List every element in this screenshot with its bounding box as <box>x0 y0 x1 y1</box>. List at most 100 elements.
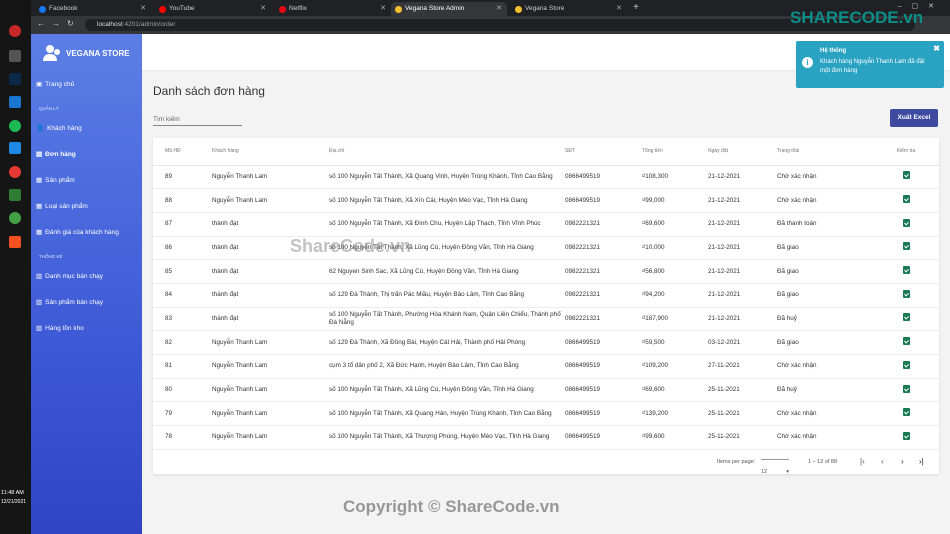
close-tab-icon[interactable]: ✕ <box>140 2 146 16</box>
sidebar-item-customers[interactable]: 👤 Khách hàng <box>36 124 82 133</box>
tab-netflix[interactable]: Netflix ✕ <box>275 2 391 16</box>
table-cell: 21-12-2021 <box>708 259 777 284</box>
table-cell: 0982221321 <box>565 283 642 308</box>
table-row[interactable]: 78 Nguyễn Thanh Lam số 100 Nguyễn Tất Thàn… <box>153 425 939 450</box>
sidebar-item-home[interactable]: ▣ Trang chủ <box>36 80 74 89</box>
last-page-icon[interactable]: ›| <box>919 457 924 466</box>
clipboard-check-icon[interactable] <box>902 408 910 417</box>
clipboard-check-icon[interactable] <box>902 431 910 440</box>
table-cell: ₫69,600 <box>642 212 708 237</box>
sidebar-item-reviews[interactable]: ▦ Đánh giá của khách hàng <box>36 228 119 237</box>
close-tab-icon[interactable]: ✕ <box>616 2 622 16</box>
tab-vegana-admin[interactable]: Vegana Store Admin ✕ <box>391 2 507 16</box>
back-icon[interactable]: ← <box>37 19 45 28</box>
table-row[interactable]: 87 thành đạt số 100 Nguyễn Tất Thành, Xã Đ… <box>153 212 939 237</box>
check-cell <box>873 259 939 284</box>
clipboard-check-icon[interactable] <box>902 289 910 298</box>
clipboard-check-icon[interactable] <box>902 384 910 393</box>
mail-icon[interactable] <box>9 96 21 108</box>
sidebar-item-inventory[interactable]: ▥ Hàng tồn kho <box>36 324 84 333</box>
table-cell: 21-12-2021 <box>708 212 777 237</box>
app-icon[interactable] <box>9 50 21 62</box>
table-cell: thành đạt <box>212 307 329 332</box>
column-header: Mã HĐ <box>153 138 212 166</box>
youtube-icon <box>159 5 166 13</box>
close-tab-icon[interactable]: ✕ <box>380 2 386 16</box>
sidebar-item-top-categories[interactable]: ▥ Danh mục bán chạy <box>36 272 103 281</box>
table-cell: 0982221321 <box>565 307 642 332</box>
app-green-icon[interactable] <box>9 212 21 224</box>
clipboard-check-icon[interactable] <box>902 360 910 369</box>
windows-taskbar: 11:48 AM 12/21/2021 <box>0 0 31 534</box>
items-per-page-label: Items per page: <box>717 459 756 465</box>
clipboard-check-icon[interactable] <box>902 337 910 346</box>
section-manage: QUẢN LÝ <box>39 106 59 111</box>
table-row[interactable]: 89 Nguyễn Thanh Lam số 100 Nguyễn Tất Thàn… <box>153 165 939 190</box>
netflix-icon <box>279 5 286 13</box>
table-cell: Chờ xác nhận <box>777 401 873 427</box>
table-row[interactable]: 88 Nguyễn Thanh Lam số 100 Nguyễn Tất Thàn… <box>153 188 939 213</box>
table-row[interactable]: 80 Nguyễn Thanh Lam số 100 Nguyễn Tất Thàn… <box>153 378 939 403</box>
table-cell: 83 <box>153 307 212 332</box>
close-tab-icon[interactable]: ✕ <box>496 2 502 16</box>
page-size-select[interactable]: 12 ▾ <box>761 459 789 475</box>
next-page-icon[interactable]: › <box>901 457 904 466</box>
chevron-down-icon: ▾ <box>786 469 789 475</box>
table-cell: 0982221321 <box>565 259 642 284</box>
table-cell: 21-12-2021 <box>708 283 777 308</box>
table-cell: 87 <box>153 212 212 237</box>
orders-table: Mã HĐ Khách hàng Địa chỉ SĐT Tổng tiền Ngày đ… <box>153 138 939 450</box>
clipboard-check-icon[interactable] <box>902 313 910 322</box>
new-tab-button[interactable]: + <box>633 2 639 13</box>
close-icon[interactable]: ✖ <box>933 44 940 53</box>
git-icon[interactable] <box>9 236 21 248</box>
sharecode-logo: SHARECODE.vn <box>790 8 924 27</box>
monitor-icon[interactable] <box>9 189 21 201</box>
clipboard-check-icon[interactable] <box>902 171 910 180</box>
table-row[interactable]: 85 thành đạt 62 Nguyen Sinh Sac, Xã Lũng C… <box>153 259 939 284</box>
sidebar-item-categories[interactable]: ▦ Loại sản phẩm <box>36 202 88 211</box>
check-cell <box>873 401 939 427</box>
table-row[interactable]: 84 thành đạt số 129 Đà Thành, Thị trấn Pác… <box>153 283 939 308</box>
table-cell: số 100 Nguyễn Tất Thành, Xã Lũng Cú, Huy… <box>329 378 565 403</box>
sidebar-item-orders[interactable]: ▤ Đơn hàng <box>36 150 76 159</box>
table-cell: Nguyễn Thanh Lam <box>212 378 329 403</box>
column-header: Khách hàng <box>212 138 329 166</box>
clipboard-check-icon[interactable] <box>902 195 910 204</box>
chrome-icon[interactable] <box>9 166 21 178</box>
table-row[interactable]: 83 thành đạt số 100 Nguyễn Tất Thành, Phườ… <box>153 307 939 332</box>
table-row[interactable]: 82 Nguyễn Thanh Lam số 129 Đà Thành, Xã Đồ… <box>153 330 939 355</box>
forward-icon[interactable]: → <box>52 19 60 28</box>
clipboard-check-icon[interactable] <box>902 266 910 275</box>
table-row[interactable]: 81 Nguyễn Thanh Lam cụm 3 tổ dân phố 2, Xã… <box>153 354 939 379</box>
sidebar-item-top-products[interactable]: ▥ Sản phẩm bán chạy <box>36 298 103 307</box>
search-input[interactable]: Tìm kiếm <box>153 116 242 126</box>
reload-icon[interactable]: ↻ <box>67 19 74 28</box>
clipboard-check-icon[interactable] <box>902 242 910 251</box>
table-cell: 84 <box>153 283 212 308</box>
photoshop-icon[interactable] <box>9 73 21 85</box>
tab-youtube[interactable]: YouTube ✕ <box>155 2 271 16</box>
tab-facebook[interactable]: Facebook ✕ <box>35 2 151 16</box>
table-row[interactable]: 86 thành đạt số 100 Nguyễn Tất Thành, Xã L… <box>153 236 939 261</box>
prev-page-icon[interactable]: ‹ <box>881 457 884 466</box>
power-icon[interactable] <box>9 25 21 37</box>
check-cell <box>873 307 939 332</box>
tab-vegana-store[interactable]: Vegana Store ✕ <box>511 2 627 16</box>
table-cell: 25-11-2021 <box>708 425 777 450</box>
clipboard-check-icon[interactable] <box>902 218 910 227</box>
first-page-icon[interactable]: |‹ <box>860 457 865 466</box>
page-title: Danh sách đơn hàng <box>153 84 265 98</box>
table-cell: số 100 Nguyễn Tất Thành, Xã Đình Chu, Hu… <box>329 212 565 237</box>
export-excel-button[interactable]: Xuất Excel <box>890 109 938 127</box>
table-row[interactable]: 79 Nguyễn Thanh Lam số 100 Nguyễn Tất Thàn… <box>153 401 939 427</box>
column-header: Địa chỉ <box>329 138 565 166</box>
spotify-icon[interactable] <box>9 120 21 132</box>
sidebar-item-products[interactable]: ▦ Sản phẩm <box>36 176 75 185</box>
orders-table-card: Mã HĐ Khách hàng Địa chỉ SĐT Tổng tiền Ngày đ… <box>153 138 939 474</box>
vscode-icon[interactable] <box>9 142 21 154</box>
close-tab-icon[interactable]: ✕ <box>260 2 266 16</box>
table-cell: 0866499519 <box>565 330 642 355</box>
notification-message: Khách hàng Nguyễn Thanh Lam đã đặt một đ… <box>820 59 925 74</box>
table-cell: 82 <box>153 330 212 355</box>
